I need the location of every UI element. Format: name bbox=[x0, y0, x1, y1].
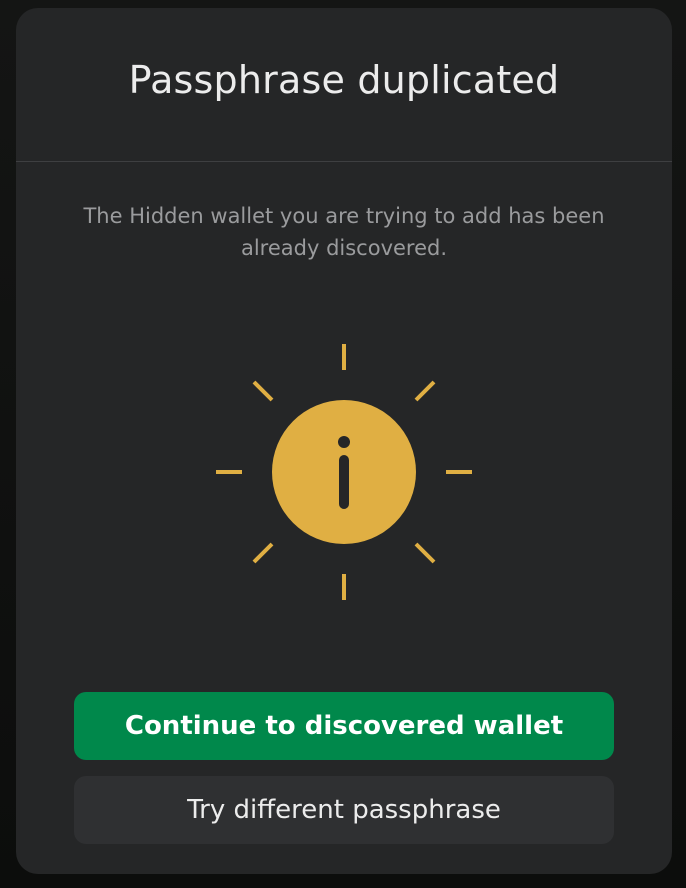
ray-bottom-left bbox=[252, 542, 274, 564]
modal-actions: Continue to discovered wallet Try differ… bbox=[74, 692, 614, 844]
info-dot bbox=[338, 436, 350, 448]
modal-header: Passphrase duplicated bbox=[16, 8, 672, 162]
modal-title: Passphrase duplicated bbox=[128, 57, 560, 102]
passphrase-duplicated-modal: Passphrase duplicated The Hidden wallet … bbox=[16, 8, 672, 874]
try-different-passphrase-button[interactable]: Try different passphrase bbox=[74, 776, 614, 844]
continue-to-discovered-wallet-button[interactable]: Continue to discovered wallet bbox=[74, 692, 614, 760]
info-icon bbox=[216, 344, 472, 600]
modal-description: The Hidden wallet you are trying to add … bbox=[83, 204, 605, 260]
ray-bottom-right bbox=[414, 542, 436, 564]
ray-top-left bbox=[252, 380, 274, 402]
ray-top-right bbox=[414, 380, 436, 402]
